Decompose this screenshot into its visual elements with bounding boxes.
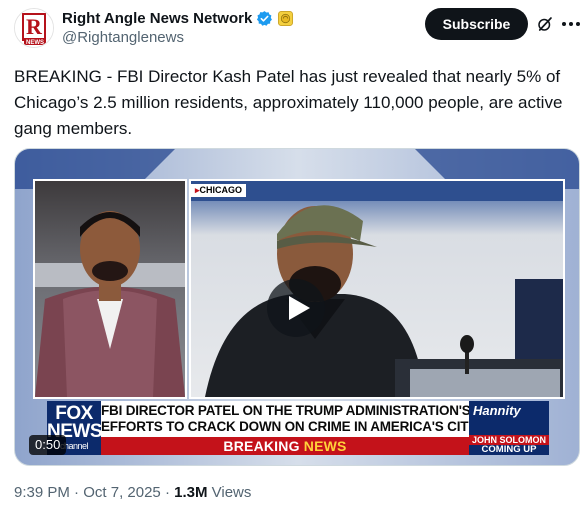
post-time[interactable]: 9:39 PM [14, 484, 70, 501]
show-promo: Hannity JOHN SOLOMON COMING UP [469, 401, 549, 455]
more-dots-icon[interactable] [562, 22, 580, 26]
subscribe-button[interactable]: Subscribe [425, 8, 528, 40]
play-button[interactable] [267, 279, 325, 337]
grok-icon[interactable] [536, 15, 554, 33]
video-duration: 0:50 [29, 435, 67, 455]
avatar[interactable]: R NEWS [14, 8, 54, 48]
avatar-logo-icon: R NEWS [15, 9, 53, 47]
chyron-headline: FBI DIRECTOR PATEL ON THE TRUMP ADMINIST… [101, 401, 490, 437]
display-name[interactable]: Right Angle News Network [62, 10, 252, 27]
video-player[interactable]: ▸CHICAGO FOX NEWS channel FBI DIRECTOR P… [14, 148, 580, 466]
coming-up-label: COMING UP [469, 445, 549, 455]
account-names: Right Angle News Network @Rightanglenews [62, 8, 294, 46]
svg-text:R: R [26, 14, 43, 39]
views-count[interactable]: 1.3M [174, 484, 207, 501]
views-label: Views [207, 484, 252, 501]
play-icon [289, 296, 310, 320]
gold-affiliate-icon[interactable] [277, 10, 294, 27]
account-handle[interactable]: @Rightanglenews [62, 29, 294, 46]
tweet-meta: 9:39 PM · Oct 7, 2025 · 1.3M Views [14, 484, 252, 501]
breaking-news-banner: BREAKING NEWS [101, 437, 469, 455]
show-name: Hannity [473, 403, 521, 418]
post-date[interactable]: Oct 7, 2025 [83, 484, 161, 501]
tweet-text: BREAKING - FBI Director Kash Patel has j… [14, 67, 563, 138]
tweet-header: R NEWS Right Angle News Network @Rightan… [14, 8, 580, 48]
location-tag: ▸CHICAGO [191, 184, 247, 197]
verified-badge-icon[interactable] [256, 10, 273, 27]
svg-text:NEWS: NEWS [26, 40, 44, 46]
